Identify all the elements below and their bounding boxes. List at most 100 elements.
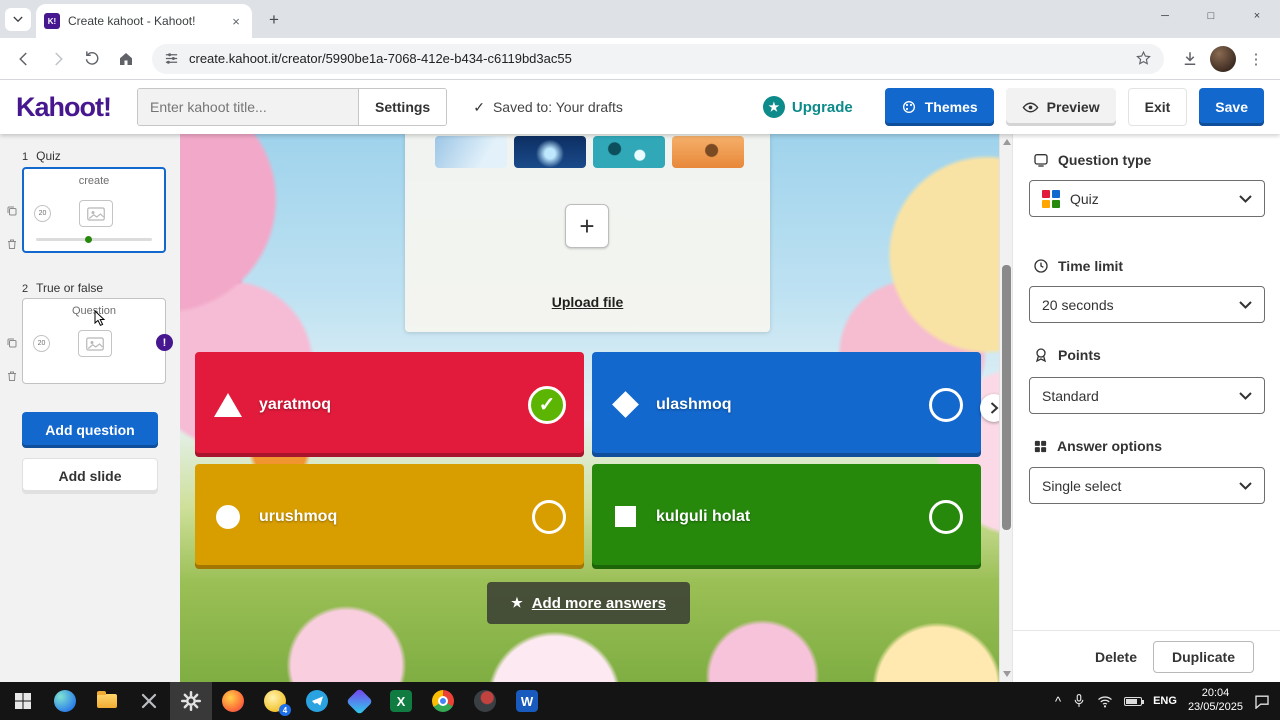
tab-close-icon[interactable]: ×: [228, 14, 244, 29]
network-icon[interactable]: [1097, 695, 1113, 708]
gear-icon: [181, 691, 201, 711]
browser-tab[interactable]: K! Create kahoot - Kahoot! ×: [36, 4, 252, 38]
duplicate-question-button[interactable]: Duplicate: [1152, 640, 1254, 673]
taskbar-explorer-button[interactable]: [86, 682, 128, 720]
action-center-icon[interactable]: [1254, 694, 1270, 709]
show-hidden-icons-button[interactable]: ^: [1055, 694, 1061, 709]
close-window-button[interactable]: ×: [1234, 0, 1280, 32]
taskbar-word-button[interactable]: W: [506, 682, 548, 720]
answer-4-correct-toggle[interactable]: [929, 499, 963, 534]
theme-thumbnail[interactable]: [593, 136, 665, 168]
answer-1[interactable]: yaratmoq ✓: [195, 352, 584, 457]
taskbar-clock[interactable]: 20:04 23/05/2025: [1188, 687, 1243, 715]
slide-1-card[interactable]: create 20: [22, 167, 166, 253]
forward-button[interactable]: [44, 45, 72, 73]
diamond-shape-icon: [610, 391, 640, 418]
add-more-answers-button[interactable]: ★ Add more answers: [487, 582, 690, 624]
upload-file-link[interactable]: Upload file: [405, 294, 770, 310]
trash-icon: [8, 239, 16, 249]
exit-button[interactable]: Exit: [1127, 88, 1188, 126]
answer-4[interactable]: kulguli holat: [592, 464, 981, 569]
answer-4-text[interactable]: kulguli holat: [656, 508, 750, 526]
answer-options-label: Answer options: [1033, 438, 1162, 454]
site-settings-icon: [165, 53, 178, 64]
add-slide-button[interactable]: Add slide: [22, 458, 158, 494]
scroll-down-button[interactable]: [1003, 671, 1011, 677]
kahoot-logo[interactable]: Kahoot!: [16, 92, 112, 123]
taskbar-tools-button[interactable]: [128, 682, 170, 720]
purple-app-icon: [345, 687, 373, 715]
scroll-up-button[interactable]: [1003, 139, 1011, 145]
delete-slide-2-button[interactable]: [5, 369, 19, 383]
language-indicator[interactable]: ENG: [1153, 695, 1177, 707]
question-type-dropdown[interactable]: Quiz: [1029, 180, 1265, 217]
taskbar-dark-app-button[interactable]: [464, 682, 506, 720]
points-label: Points: [1033, 347, 1101, 363]
telegram-icon: [306, 690, 328, 712]
answer-options-dropdown[interactable]: Single select: [1029, 467, 1265, 504]
theme-thumbnail[interactable]: [672, 136, 744, 168]
microphone-icon[interactable]: [1072, 693, 1086, 709]
taskbar-settings-button[interactable]: [170, 682, 212, 720]
kahoot-title-input[interactable]: [137, 89, 358, 125]
delete-question-button[interactable]: Delete: [1095, 649, 1137, 665]
url-field[interactable]: create.kahoot.it/creator/5990be1a-7068-4…: [152, 43, 1164, 74]
upgrade-button[interactable]: ★ Upgrade: [762, 96, 853, 118]
time-limit-label: Time limit: [1033, 258, 1123, 274]
theme-thumbnail[interactable]: [435, 136, 507, 168]
settings-button[interactable]: Settings: [357, 89, 447, 125]
taskbar-messenger-button[interactable]: 4: [254, 682, 296, 720]
add-media-button[interactable]: +: [565, 204, 609, 248]
themes-button[interactable]: Themes: [884, 88, 994, 126]
scrollbar-thumb[interactable]: [1002, 265, 1011, 530]
tab-list-button[interactable]: [5, 8, 31, 31]
chevron-down-icon: [1239, 481, 1252, 490]
taskbar-firefox-button[interactable]: [212, 682, 254, 720]
home-button[interactable]: [112, 45, 140, 73]
answer-3-correct-toggle[interactable]: [532, 499, 566, 534]
time-limit-dropdown[interactable]: 20 seconds: [1029, 286, 1265, 323]
preview-button[interactable]: Preview: [1005, 88, 1116, 126]
browser-menu-button[interactable]: ⋮: [1242, 45, 1270, 73]
answer-2-correct-toggle[interactable]: [929, 387, 963, 422]
save-button[interactable]: Save: [1199, 88, 1264, 126]
trash-icon: [8, 371, 16, 381]
taskbar-purple-app-button[interactable]: [338, 682, 380, 720]
tools-icon: [141, 693, 157, 709]
answer-1-correct-toggle[interactable]: ✓: [528, 385, 566, 424]
downloads-button[interactable]: [1176, 45, 1204, 73]
canvas-scrollbar[interactable]: [999, 134, 1012, 682]
answer-2-text[interactable]: ulashmoq: [656, 396, 732, 414]
answer-3-text[interactable]: urushmoq: [259, 508, 337, 526]
bookmark-star-icon[interactable]: [1135, 50, 1152, 67]
duplicate-slide-1-button[interactable]: [5, 204, 19, 218]
panel-footer: Delete Duplicate: [1013, 630, 1280, 682]
minimize-button[interactable]: ─: [1142, 0, 1188, 32]
reload-button[interactable]: [78, 45, 106, 73]
download-icon: [1184, 51, 1196, 65]
battery-icon[interactable]: [1124, 696, 1145, 706]
taskbar-telegram-button[interactable]: [296, 682, 338, 720]
answer-1-text[interactable]: yaratmoq: [259, 396, 331, 414]
file-explorer-icon: [97, 691, 117, 708]
edge-icon: [54, 690, 76, 712]
maximize-button[interactable]: □: [1188, 0, 1234, 32]
new-tab-button[interactable]: +: [262, 8, 286, 32]
themes-palette-icon: [902, 101, 915, 113]
taskbar-chrome-button[interactable]: [422, 682, 464, 720]
taskbar-excel-button[interactable]: X: [380, 682, 422, 720]
back-button[interactable]: [10, 45, 38, 73]
profile-avatar[interactable]: [1210, 45, 1236, 72]
window-controls: ─ □ ×: [1142, 0, 1280, 32]
answer-2[interactable]: ulashmoq: [592, 352, 981, 457]
points-dropdown[interactable]: Standard: [1029, 377, 1265, 414]
answer-3[interactable]: urushmoq: [195, 464, 584, 569]
theme-thumbnail[interactable]: [514, 136, 586, 168]
duplicate-slide-2-button[interactable]: [5, 336, 19, 350]
start-button[interactable]: [2, 682, 44, 720]
medal-icon: [1035, 348, 1047, 363]
delete-slide-1-button[interactable]: [5, 237, 19, 251]
taskbar-edge-button[interactable]: [44, 682, 86, 720]
add-question-button[interactable]: Add question: [22, 412, 158, 448]
points-value: Standard: [1042, 387, 1099, 404]
